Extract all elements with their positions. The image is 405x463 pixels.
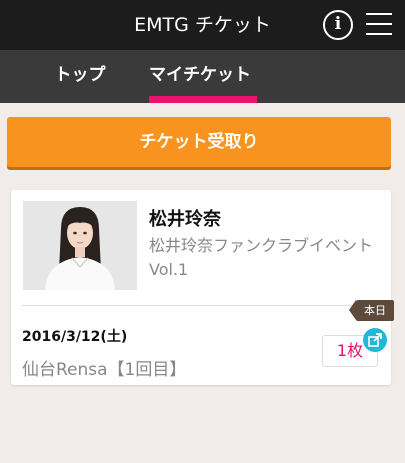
info-icon[interactable]: i [323,10,353,40]
card-divider [22,305,380,306]
tab-top[interactable]: トップ [40,50,120,103]
event-date: 2016/3/12(土) [22,329,128,345]
artist-photo [23,201,137,290]
receive-ticket-button[interactable]: チケット受取り [7,117,391,167]
share-icon[interactable] [363,328,387,352]
event-name: 松井玲奈ファンクラブイベント Vol.1 [149,236,374,279]
active-tab-indicator [149,96,257,103]
ticket-card[interactable]: 松井玲奈 松井玲奈ファンクラブイベント Vol.1 本日 2016/3/12(土… [11,190,394,385]
artist-name: 松井玲奈 [149,209,221,230]
hamburger-menu-icon[interactable] [366,13,392,37]
app-header: EMTG チケット i [0,0,405,50]
today-badge: 本日 [349,300,394,321]
event-venue: 仙台Rensa【1回目】 [22,360,187,380]
